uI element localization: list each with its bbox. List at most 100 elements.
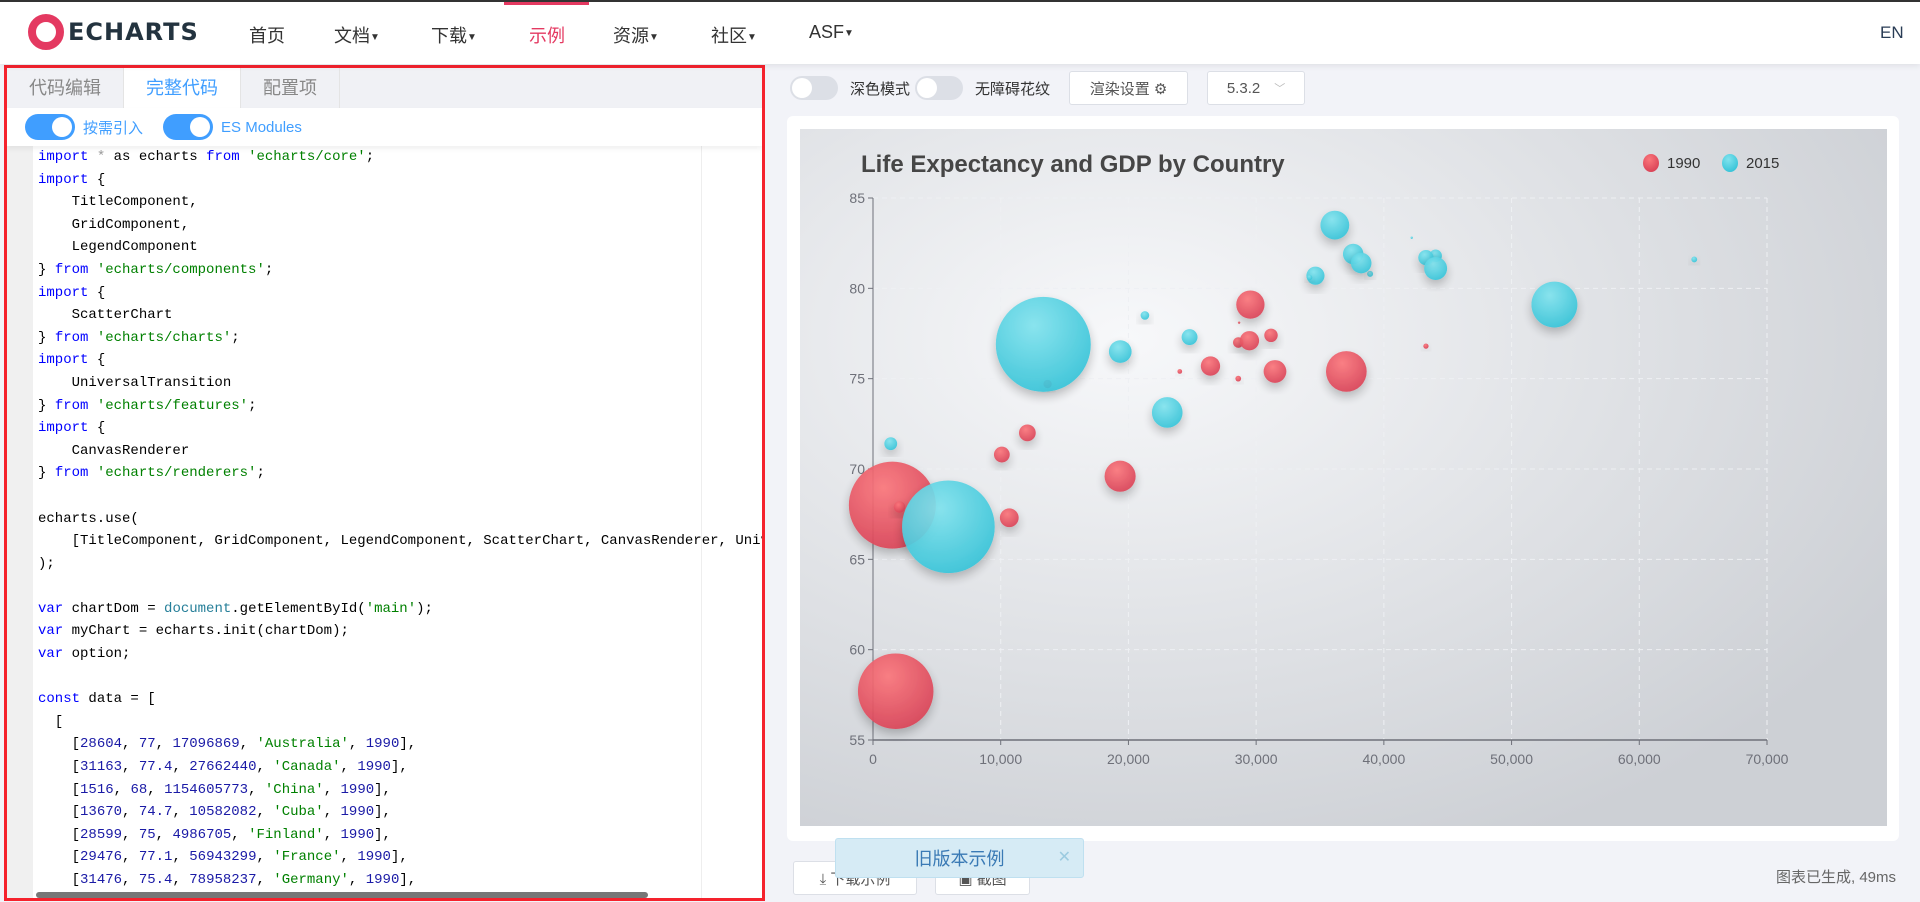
nav-item[interactable]: 资源▼ [613, 22, 659, 48]
chart-card: 0 10,000 20,000 30,000 40,000 50,000 60,000 70,… [787, 116, 1899, 841]
logo-text: ECHARTS [68, 18, 199, 46]
code-tab[interactable]: 完整代码 [124, 68, 241, 108]
bubble-chart[interactable]: 0 10,000 20,000 30,000 40,000 50,000 60,000 70,… [800, 129, 1887, 826]
nav-item[interactable]: ASF▼ [809, 22, 854, 43]
code-token: ; [231, 329, 240, 346]
bubble-2015[interactable] [1320, 210, 1350, 240]
caret-down-icon: ▼ [844, 27, 854, 39]
code-line: import { [38, 169, 762, 192]
bubble-1990[interactable] [1239, 331, 1260, 351]
bubble-2015[interactable] [902, 480, 995, 574]
bubble-2015[interactable] [1531, 281, 1578, 328]
code-token: , [348, 736, 366, 753]
old-version-toast[interactable]: 旧版本示例 ✕ [835, 838, 1084, 878]
code-line: } from 'echarts/features'; [38, 395, 762, 418]
echarts-logo[interactable]: ECHARTS [28, 14, 199, 50]
bubble-1990[interactable] [1423, 343, 1429, 349]
language-switch[interactable]: EN [1880, 23, 1904, 43]
bubble-1990[interactable] [1236, 290, 1265, 319]
code-line: [29476, 77.1, 56943299, 'France', 1990], [38, 846, 762, 869]
code-token: , [172, 849, 190, 866]
version-select[interactable]: 5.3.2 ﹀ [1207, 71, 1306, 105]
code-token: option; [63, 646, 131, 663]
bubble-1990[interactable] [1237, 321, 1241, 324]
code-line: const data = [ [38, 688, 762, 711]
bubble-1990[interactable] [1200, 356, 1221, 376]
render-settings-button[interactable]: 渲染设置 ⚙ [1069, 71, 1189, 105]
code-token: TitleComponent, [38, 194, 198, 211]
legend-icon-1990[interactable] [1643, 154, 1659, 172]
code-token: ], [374, 781, 391, 798]
caret-down-icon: ▼ [370, 31, 380, 43]
bubble-1990[interactable] [893, 501, 906, 513]
code-token: ; [264, 261, 274, 278]
bubble-2015[interactable] [1108, 340, 1132, 363]
bubble-2015[interactable] [1367, 270, 1374, 277]
bubble-1990[interactable] [1235, 375, 1242, 382]
decal-toggle[interactable] [915, 76, 964, 100]
code-token: 1154605773 [164, 781, 249, 798]
option-toggle[interactable] [163, 114, 214, 140]
code-token: ], [399, 872, 417, 888]
code-token: , [122, 736, 139, 753]
bubble-2015[interactable] [1350, 252, 1372, 274]
bubble-1990[interactable] [1263, 360, 1287, 383]
bubble-2015[interactable] [1140, 311, 1150, 320]
vertical-scrollbar[interactable] [762, 146, 765, 286]
code-token: [ [38, 849, 81, 866]
horizontal-scrollbar[interactable] [36, 892, 648, 898]
code-token: from [206, 149, 240, 165]
code-token: [ [38, 872, 81, 888]
code-token: 75 [138, 826, 156, 843]
code-token: 31476 [80, 872, 123, 888]
code-token: as echarts [113, 149, 207, 165]
option-label: 按需引入 [83, 119, 144, 137]
code-editor[interactable]: import * as echarts from 'echarts/core';… [38, 146, 762, 898]
option-toggle[interactable] [25, 114, 75, 140]
legend-icon-2015[interactable] [1722, 154, 1738, 172]
bubble-1990[interactable] [857, 653, 934, 729]
code-token: 'Canada' [273, 759, 341, 776]
code-token: import [38, 171, 89, 188]
bubble-2015[interactable] [1181, 329, 1198, 346]
bubble-1990[interactable] [1018, 424, 1036, 442]
legend-label[interactable]: 2015 [1746, 155, 1779, 172]
code-token: , [256, 759, 274, 776]
code-tabs: 代码编辑 完整代码 配置项 [7, 68, 762, 108]
nav-item[interactable]: 首页 [249, 22, 285, 48]
code-token: ); [416, 600, 433, 617]
dark-mode-toggle[interactable] [790, 76, 838, 100]
caret-down-icon: ▼ [747, 31, 757, 43]
code-tab[interactable]: 代码编辑 [7, 68, 124, 108]
bubble-1990[interactable] [993, 446, 1010, 463]
bubble-1990[interactable] [1325, 351, 1367, 392]
bubble-2015[interactable] [884, 437, 898, 451]
code-token: 56943299 [189, 849, 257, 866]
bubble-2015[interactable] [1691, 256, 1698, 263]
code-token: ScatterChart [38, 307, 173, 324]
bubble-1990[interactable] [1264, 328, 1278, 343]
code-line: } from 'echarts/renderers'; [38, 462, 762, 485]
close-icon[interactable]: ✕ [1058, 847, 1071, 867]
bubble-2015[interactable] [1306, 274, 1313, 281]
bubble-1990[interactable] [1177, 369, 1183, 374]
code-line: CanvasRenderer [38, 440, 762, 463]
bubble-1990[interactable] [999, 508, 1019, 528]
code-line: [28604, 77, 17096869, 'Australia', 1990]… [38, 733, 762, 756]
nav-item[interactable]: 示例 [529, 22, 565, 48]
code-tab[interactable]: 配置项 [241, 68, 340, 108]
code-token: { [88, 352, 106, 369]
code-token: .getElementById( [231, 600, 366, 617]
y-tick-label: 85 [849, 190, 865, 206]
y-tick-label: 80 [849, 280, 865, 296]
nav-item[interactable]: 文档▼ [334, 22, 380, 48]
bubble-1990[interactable] [1104, 460, 1136, 492]
legend-label[interactable]: 1990 [1667, 155, 1700, 172]
nav-item[interactable]: 下载▼ [431, 22, 477, 48]
bubble-2015[interactable] [1424, 256, 1448, 280]
bubble-2015[interactable] [1410, 236, 1413, 239]
bubble-2015[interactable] [1151, 397, 1183, 428]
x-tick-label: 70,000 [1746, 751, 1789, 767]
nav-item[interactable]: 社区▼ [711, 22, 757, 48]
bubble-2015[interactable] [995, 296, 1091, 392]
